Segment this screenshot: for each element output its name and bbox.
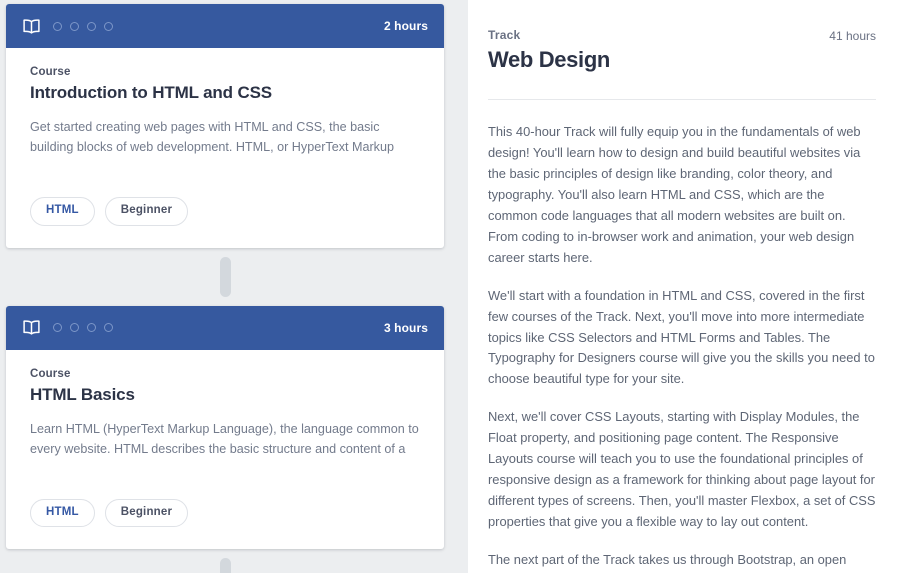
- progress-dot: [53, 323, 62, 333]
- course-tag-topic[interactable]: HTML: [30, 197, 95, 226]
- course-kicker: Course: [30, 66, 71, 78]
- progress-dot: [87, 21, 96, 31]
- course-card[interactable]: 2 hours Course Introduction to HTML and …: [6, 4, 444, 248]
- progress-dot: [87, 323, 96, 333]
- page-title: Web Design: [488, 47, 611, 72]
- card-connector-wrap: [0, 248, 450, 306]
- course-card-header: 2 hours: [6, 4, 444, 48]
- track-heading-group: Track Web Design: [488, 28, 610, 73]
- course-card-body: Course Introduction to HTML and CSS Get …: [6, 48, 444, 159]
- course-tag-row: HTML Beginner: [6, 159, 444, 248]
- course-title[interactable]: HTML Basics: [30, 384, 420, 406]
- track-paragraph: Next, we'll cover CSS Layouts, starting …: [488, 409, 876, 529]
- track-detail-panel: Track Web Design 41 hours This 40-hour T…: [468, 0, 904, 573]
- course-list-column: 2 hours Course Introduction to HTML and …: [0, 0, 468, 573]
- course-card-header: 3 hours: [6, 305, 444, 350]
- course-title[interactable]: Introduction to HTML and CSS: [30, 82, 420, 104]
- track-description: This 40-hour Track will fully equip you …: [488, 100, 876, 573]
- course-tag-level[interactable]: Beginner: [104, 197, 189, 226]
- card-connector: [219, 256, 231, 297]
- track-detail-page: 2 hours Course Introduction to HTML and …: [0, 0, 904, 573]
- course-card-header-left: [23, 320, 113, 335]
- course-card-header-left: [23, 18, 113, 34]
- track-header: Track Web Design 41 hours: [488, 28, 876, 73]
- book-icon: [23, 18, 40, 34]
- course-hours-badge: 2 hours: [383, 19, 428, 33]
- progress-dots: [53, 323, 113, 333]
- course-hours-badge: 3 hours: [383, 320, 428, 335]
- track-paragraph: This 40-hour Track will fully equip you …: [488, 124, 861, 265]
- course-card[interactable]: 3 hours Course HTML Basics Learn HTML (H…: [6, 305, 444, 550]
- progress-dot: [70, 323, 79, 333]
- track-paragraph: The next part of the Track takes us thro…: [488, 551, 847, 573]
- card-connector-wrap: [0, 549, 450, 573]
- book-icon: [23, 320, 40, 335]
- course-card-body: Course HTML Basics Learn HTML (HyperText…: [6, 350, 444, 461]
- track-hours: 41 hours: [829, 29, 876, 43]
- progress-dots: [53, 21, 113, 31]
- course-tag-row: HTML Beginner: [6, 461, 444, 550]
- track-kicker: Track: [488, 28, 521, 42]
- course-tag-topic[interactable]: HTML: [30, 498, 95, 528]
- card-connector: [219, 558, 231, 573]
- progress-dot: [104, 323, 113, 333]
- track-paragraph: We'll start with a foundation in HTML an…: [488, 287, 875, 387]
- progress-dot: [70, 21, 79, 31]
- course-description: Learn HTML (HyperText Markup Language), …: [30, 421, 419, 457]
- course-description: Get started creating web pages with HTML…: [30, 120, 394, 155]
- course-kicker: Course: [30, 367, 71, 380]
- progress-dot: [53, 21, 62, 31]
- progress-dot: [104, 21, 113, 31]
- course-tag-level[interactable]: Beginner: [104, 498, 189, 528]
